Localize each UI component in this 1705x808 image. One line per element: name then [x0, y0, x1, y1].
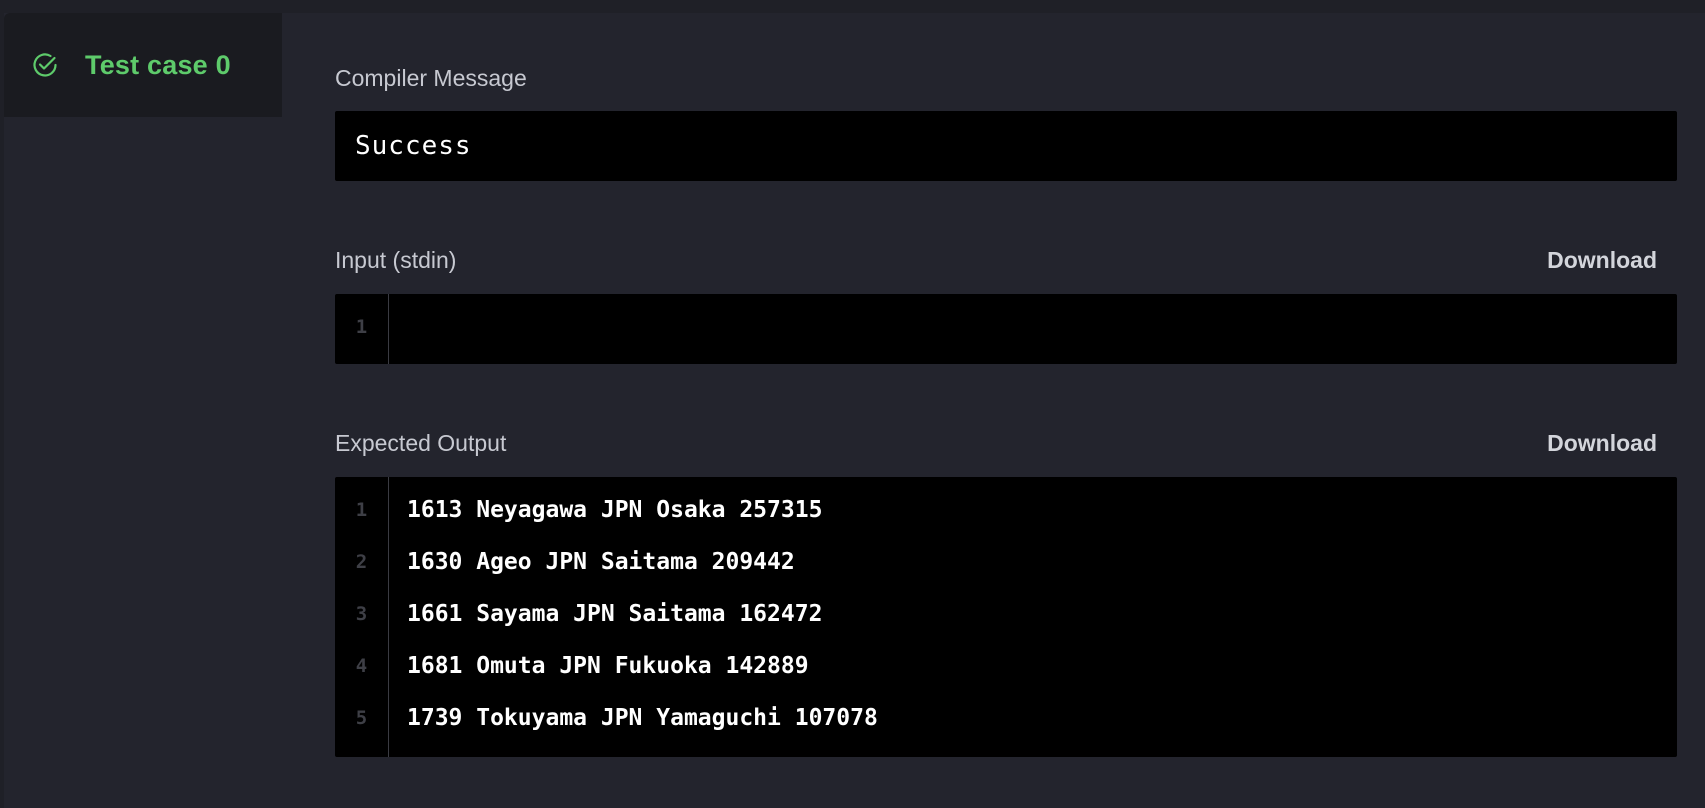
code-line: 1661 Sayama JPN Saitama 162472 — [407, 601, 823, 627]
line-number: 4 — [355, 655, 368, 677]
code-line: 1630 Ageo JPN Saitama 209442 — [407, 549, 795, 575]
test-case-details: Compiler Message Success Input (stdin) D… — [335, 13, 1677, 808]
expected-output-label: Expected Output — [335, 430, 507, 456]
expected-output-download-link[interactable]: Download — [1547, 430, 1657, 457]
line-number: 2 — [355, 551, 368, 573]
code-line: 1739 Tokuyama JPN Yamaguchi 107078 — [407, 705, 878, 731]
line-number: 1 — [355, 316, 368, 338]
check-circle-icon — [31, 51, 59, 79]
test-results-panel: Test case 0 Compiler Message Success Inp… — [4, 13, 1705, 808]
tab-test-case-0[interactable]: Test case 0 — [4, 13, 282, 117]
compiler-message-box: Success — [335, 111, 1677, 181]
line-number: 1 — [355, 499, 368, 521]
line-number: 3 — [355, 603, 368, 625]
expected-output-code-box: 1 2 3 4 5 1613 Neyagawa JPN Osaka 257315… — [335, 477, 1677, 757]
expected-output-gutter: 1 2 3 4 5 — [335, 477, 389, 757]
test-case-sidebar: Test case 0 — [4, 13, 282, 808]
input-label: Input (stdin) — [335, 247, 457, 273]
compiler-message-text: Success — [355, 131, 472, 161]
compiler-message-label: Compiler Message — [335, 65, 527, 91]
input-code-box: 1 — [335, 294, 1677, 364]
tab-test-case-label: Test case 0 — [85, 49, 231, 80]
input-download-link[interactable]: Download — [1547, 247, 1657, 274]
code-line: 1681 Omuta JPN Fukuoka 142889 — [407, 653, 809, 679]
code-line: 1613 Neyagawa JPN Osaka 257315 — [407, 497, 823, 523]
expected-output-code: 1613 Neyagawa JPN Osaka 257315 1630 Ageo… — [389, 477, 1677, 757]
line-number: 5 — [355, 707, 368, 729]
input-gutter: 1 — [335, 294, 389, 364]
input-code — [389, 294, 1677, 364]
